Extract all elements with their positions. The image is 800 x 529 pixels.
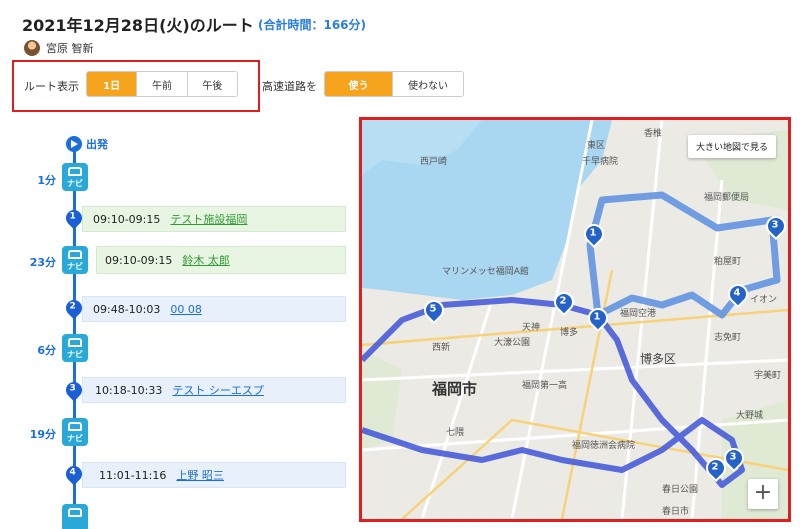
map-label-nishitojin: 西戸崎 xyxy=(420,157,448,167)
flag-icon xyxy=(66,136,82,152)
route-display-toggle: 1日 午前 午後 xyxy=(86,71,238,97)
stop-name-link[interactable]: 上野 昭三 xyxy=(176,467,224,483)
route-display-label: ルート表示 xyxy=(24,80,79,93)
stop-name-link[interactable]: テスト施設福岡 xyxy=(170,211,247,227)
map-label-umi: 宇美町 xyxy=(754,371,782,381)
navi-button-5[interactable] xyxy=(62,504,88,529)
duration-3: 6分 xyxy=(37,344,56,357)
duration-4: 19分 xyxy=(29,428,56,441)
map-label-shime: 志免町 xyxy=(714,333,742,343)
map-label-fukuoka-city: 福岡市 xyxy=(432,380,478,398)
user-info: 宮原 智新 xyxy=(24,40,94,56)
total-time: (合計時間：166分) xyxy=(258,18,367,32)
stop-time: 09:10-09:15 xyxy=(105,253,173,267)
stop-name-link[interactable]: 00 08 xyxy=(170,303,202,316)
stop-card-person[interactable]: 09:10-09:15 鈴木 太郎 xyxy=(96,246,346,274)
stop-card-3[interactable]: 10:18-10:33 テスト シーエスプ xyxy=(82,377,346,403)
map-label-east-ward: 東区 xyxy=(587,141,606,151)
route-option-afternoon[interactable]: 午後 xyxy=(186,72,237,96)
map-label-aeon: イオン xyxy=(750,295,778,305)
user-name: 宮原 智新 xyxy=(46,42,94,55)
map-label-fukuoka-first-high: 福岡第一高 xyxy=(522,381,568,391)
stop-time: 09:48-10:03 xyxy=(93,302,161,316)
route-option-all-day[interactable]: 1日 xyxy=(87,72,137,96)
highway-toggle: 使う 使わない xyxy=(324,71,464,97)
map-label-kasuga: 春日市 xyxy=(662,507,690,517)
map-label-kasuga-park: 春日公園 xyxy=(662,485,699,495)
stop-card-2[interactable]: 09:48-10:03 00 08 xyxy=(82,296,346,322)
navi-label: ナビ xyxy=(67,434,83,443)
route-map[interactable]: 東区 香椎 西戸崎 千早病院 福岡郵便局 マリンメッセ福岡A館 粕屋町 博多 福… xyxy=(359,117,791,522)
stop-card-1[interactable]: 09:10-09:15 テスト施設福岡 xyxy=(82,206,346,232)
large-map-button[interactable]: 大きい地図で見る xyxy=(687,135,776,158)
stop-time: 10:18-10:33 xyxy=(95,383,163,397)
stop-name-link[interactable]: 鈴木 太郎 xyxy=(182,252,230,268)
map-label-chihaya: 千早病院 xyxy=(582,157,619,167)
highway-option-avoid[interactable]: 使わない xyxy=(392,72,463,96)
map-label-marine-messe: マリンメッセ福岡A館 xyxy=(442,267,529,277)
duration-1: 1分 xyxy=(37,174,56,187)
navi-button-1[interactable]: ナビ xyxy=(62,163,88,191)
map-label-nishijin: 西新 xyxy=(432,343,451,353)
navi-label: ナビ xyxy=(67,262,83,271)
map-label-ohori-park: 大濠公園 xyxy=(494,338,531,348)
stop-card-4[interactable]: 11:01-11:16 上野 昭三 xyxy=(82,462,346,488)
stop-time: 09:10-09:15 xyxy=(93,212,161,226)
departure-label: 出発 xyxy=(86,138,108,151)
map-label-onojo: 大野城 xyxy=(736,411,764,421)
route-option-morning[interactable]: 午前 xyxy=(136,72,187,96)
map-label-hakata: 博多 xyxy=(560,328,579,338)
navi-button-4[interactable]: ナビ xyxy=(62,418,88,446)
map-label-post-office: 福岡郵便局 xyxy=(704,193,750,203)
zoom-in-button[interactable]: + xyxy=(748,479,778,509)
map-label-tokushukai: 福岡徳洲会病院 xyxy=(572,441,636,451)
avatar xyxy=(24,40,40,56)
stop-time: 11:01-11:16 xyxy=(99,468,167,482)
navi-label: ナビ xyxy=(67,350,83,359)
highway-label: 高速道路を xyxy=(262,80,317,93)
map-label-nanakuma: 七隈 xyxy=(446,428,465,438)
page-title: 2021年12月28日(火)のルート xyxy=(22,16,254,35)
stop-name-link[interactable]: テスト シーエスプ xyxy=(172,382,264,398)
departure: 出発 xyxy=(66,136,108,152)
navi-label: ナビ xyxy=(67,179,83,188)
navi-button-3[interactable]: ナビ xyxy=(62,334,88,362)
map-label-kasuya: 粕屋町 xyxy=(714,257,742,267)
duration-2: 23分 xyxy=(29,256,56,269)
map-label-airport: 福岡空港 xyxy=(620,309,657,319)
map-label-kashii: 香椎 xyxy=(644,129,663,139)
map-label-hakata-ward: 博多区 xyxy=(640,352,677,366)
highway-option-use[interactable]: 使う xyxy=(325,72,393,96)
navi-button-2[interactable]: ナビ xyxy=(62,246,88,274)
map-label-tenjin: 天神 xyxy=(522,323,541,333)
